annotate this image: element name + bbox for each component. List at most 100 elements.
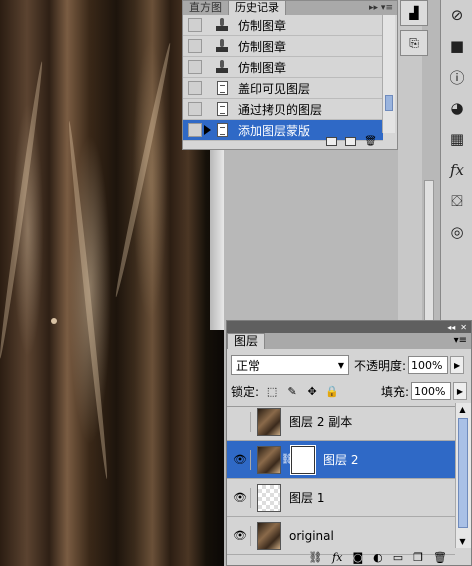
history-item-label: 仿制图章 bbox=[238, 18, 287, 33]
blend-opacity-row: 正常 ▼ 不透明度: 100% ▶ bbox=[227, 349, 471, 376]
fill-label: 填充: bbox=[380, 384, 409, 399]
navigator-icon[interactable]: ⊘ bbox=[443, 2, 471, 28]
history-item-label: 仿制图章 bbox=[238, 60, 287, 75]
tab-layers[interactable]: 图层 bbox=[227, 333, 266, 349]
snapshot-source-checkbox[interactable] bbox=[188, 39, 202, 53]
clone-stamp-icon bbox=[214, 38, 230, 54]
scroll-up-icon[interactable]: ▲ bbox=[456, 403, 469, 416]
layer-list: 图层 2 副本 👁 ⛓ 图层 2 👁 图层 1 👁 original bbox=[227, 403, 455, 555]
close-icon[interactable]: ✕ bbox=[460, 323, 467, 332]
layers-panel-tabs: 图层 ▾≡ bbox=[227, 333, 471, 349]
delete-layer-icon[interactable]: 🗑 bbox=[433, 551, 447, 564]
new-layer-icon[interactable]: ❐ bbox=[413, 551, 423, 564]
layer-thumbnail bbox=[257, 483, 281, 512]
history-panel-icon[interactable]: ⎘ bbox=[400, 30, 428, 56]
blend-mode-select[interactable]: 正常 ▼ bbox=[231, 355, 349, 375]
opacity-slider-button[interactable]: ▶ bbox=[450, 356, 465, 374]
history-list: 仿制图章 仿制图章 仿制图章 盖印可见图层 通过拷贝的图层 添加图层蒙版 bbox=[183, 15, 383, 141]
layer-name[interactable]: 图层 1 bbox=[289, 489, 324, 506]
info-icon[interactable]: ⓘ bbox=[443, 64, 471, 90]
lock-fill-row: 锁定: ⬚ ✎ ✥ 🔒 填充: 100% ▶ bbox=[227, 376, 471, 402]
history-item-label: 通过拷贝的图层 bbox=[238, 102, 323, 117]
dock-scrollbar[interactable] bbox=[424, 180, 434, 322]
lock-position-icon[interactable]: ✥ bbox=[305, 384, 319, 398]
history-item-label: 仿制图章 bbox=[238, 39, 287, 54]
layers-scrollbar[interactable]: ▲ ▼ bbox=[455, 403, 471, 548]
layer-name[interactable]: original bbox=[289, 529, 334, 543]
history-panel: 直方图 历史记录 ▸▸ ▾≡ 仿制图章 仿制图章 仿制图章 盖印可见图层 通过拷… bbox=[182, 0, 398, 150]
color-icon[interactable]: ◕ bbox=[443, 95, 471, 121]
layer-name[interactable]: 图层 2 bbox=[323, 451, 358, 468]
snapshot-source-checkbox[interactable] bbox=[188, 18, 202, 32]
history-state-icon bbox=[214, 101, 230, 117]
adjustment-layer-icon[interactable]: ◐ bbox=[373, 551, 383, 564]
scroll-down-icon[interactable]: ▼ bbox=[456, 535, 469, 548]
collapsed-panel-buttons: ▟ ⎘ bbox=[400, 0, 430, 60]
snapshot-source-checkbox[interactable] bbox=[188, 102, 202, 116]
fill-input[interactable]: 100% bbox=[411, 382, 451, 400]
layer-row-selected[interactable]: 👁 ⛓ 图层 2 bbox=[227, 441, 455, 479]
layer-mask-thumbnail[interactable] bbox=[290, 444, 316, 475]
history-item[interactable]: 通过拷贝的图层 bbox=[183, 99, 383, 120]
eye-icon[interactable]: 👁 bbox=[230, 525, 251, 546]
layer-thumbnail bbox=[257, 407, 281, 436]
layer-row[interactable]: 图层 2 副本 bbox=[227, 403, 455, 441]
color-swatch-icon[interactable]: ■ bbox=[443, 33, 471, 59]
new-snapshot-icon[interactable] bbox=[345, 136, 357, 146]
lock-all-icon[interactable]: 🔒 bbox=[325, 384, 339, 398]
history-item[interactable]: 仿制图章 bbox=[183, 57, 383, 78]
canvas-edge bbox=[210, 150, 224, 330]
hair-highlight bbox=[0, 61, 45, 359]
scrollbar-thumb[interactable] bbox=[458, 418, 468, 528]
delete-state-icon[interactable]: 🗑 bbox=[364, 136, 377, 147]
skin-detail bbox=[51, 318, 57, 324]
history-scrollbar[interactable] bbox=[382, 15, 395, 133]
panel-menu-icon[interactable]: ▾≡ bbox=[454, 333, 471, 349]
clone-stamp-icon bbox=[214, 17, 230, 33]
collapse-icon[interactable]: ◂◂ bbox=[447, 323, 455, 332]
history-footer: 🗑 bbox=[183, 133, 397, 149]
link-layers-icon[interactable]: ⛓ bbox=[308, 551, 322, 564]
lock-transparent-pixels-icon[interactable]: ⬚ bbox=[265, 384, 279, 398]
layer-name[interactable]: 图层 2 副本 bbox=[289, 413, 352, 430]
fx-icon[interactable]: fx bbox=[332, 551, 342, 564]
opacity-input[interactable]: 100% bbox=[408, 356, 449, 374]
new-document-from-state-icon[interactable] bbox=[326, 136, 338, 146]
histogram-panel-icon[interactable]: ▟ bbox=[400, 0, 428, 26]
add-mask-icon[interactable]: ◙ bbox=[352, 551, 363, 564]
snapshot-source-checkbox[interactable] bbox=[188, 60, 202, 74]
opacity-label: 不透明度: bbox=[354, 358, 407, 373]
tab-history[interactable]: 历史记录 bbox=[228, 0, 286, 15]
actions-icon[interactable]: ⛋ bbox=[443, 188, 471, 214]
snapshot-source-checkbox[interactable] bbox=[188, 81, 202, 95]
history-item[interactable]: 仿制图章 bbox=[183, 36, 383, 57]
hair-highlight bbox=[113, 42, 173, 298]
layer-row[interactable]: 👁 图层 1 bbox=[227, 479, 455, 517]
lock-image-pixels-icon[interactable]: ✎ bbox=[285, 384, 299, 398]
history-item[interactable]: 盖印可见图层 bbox=[183, 78, 383, 99]
eye-icon[interactable]: 👁 bbox=[230, 449, 251, 470]
eye-icon[interactable]: 👁 bbox=[230, 487, 251, 508]
right-panel-icon-strip: ⊘ ■ ⓘ ◕ ▦ fx ⛋ ◎ bbox=[440, 0, 472, 320]
history-item-label: 盖印可见图层 bbox=[238, 81, 311, 96]
scrollbar-thumb[interactable] bbox=[385, 95, 393, 111]
visibility-toggle-empty[interactable] bbox=[230, 411, 251, 432]
layer-thumbnail bbox=[257, 521, 281, 550]
history-panel-tabs: 直方图 历史记录 ▸▸ ▾≡ bbox=[183, 0, 397, 15]
layer-thumbnail bbox=[257, 445, 281, 474]
fill-slider-button[interactable]: ▶ bbox=[453, 382, 467, 400]
layers-footer: ⛓ fx ◙ ◐ ▭ ❐ 🗑 bbox=[227, 549, 471, 565]
history-item[interactable]: 仿制图章 bbox=[183, 15, 383, 36]
group-icon[interactable]: ▭ bbox=[393, 551, 403, 564]
swatches-icon[interactable]: ▦ bbox=[443, 126, 471, 152]
panel-menu-icon[interactable]: ▸▸ ▾≡ bbox=[369, 1, 397, 15]
panel-titlebar: ◂◂ ✕ bbox=[227, 321, 471, 333]
layers-panel: ◂◂ ✕ 图层 ▾≡ 正常 ▼ 不透明度: 100% ▶ 锁定: ⬚ ✎ ✥ 🔒… bbox=[226, 320, 472, 566]
paths-icon[interactable]: ◎ bbox=[443, 219, 471, 245]
styles-icon[interactable]: fx bbox=[443, 157, 471, 183]
mask-link-icon[interactable]: ⛓ bbox=[281, 454, 294, 465]
clone-stamp-icon bbox=[214, 59, 230, 75]
tab-histogram[interactable]: 直方图 bbox=[183, 1, 228, 15]
hair-highlight bbox=[66, 120, 110, 480]
history-state-icon bbox=[214, 80, 230, 96]
